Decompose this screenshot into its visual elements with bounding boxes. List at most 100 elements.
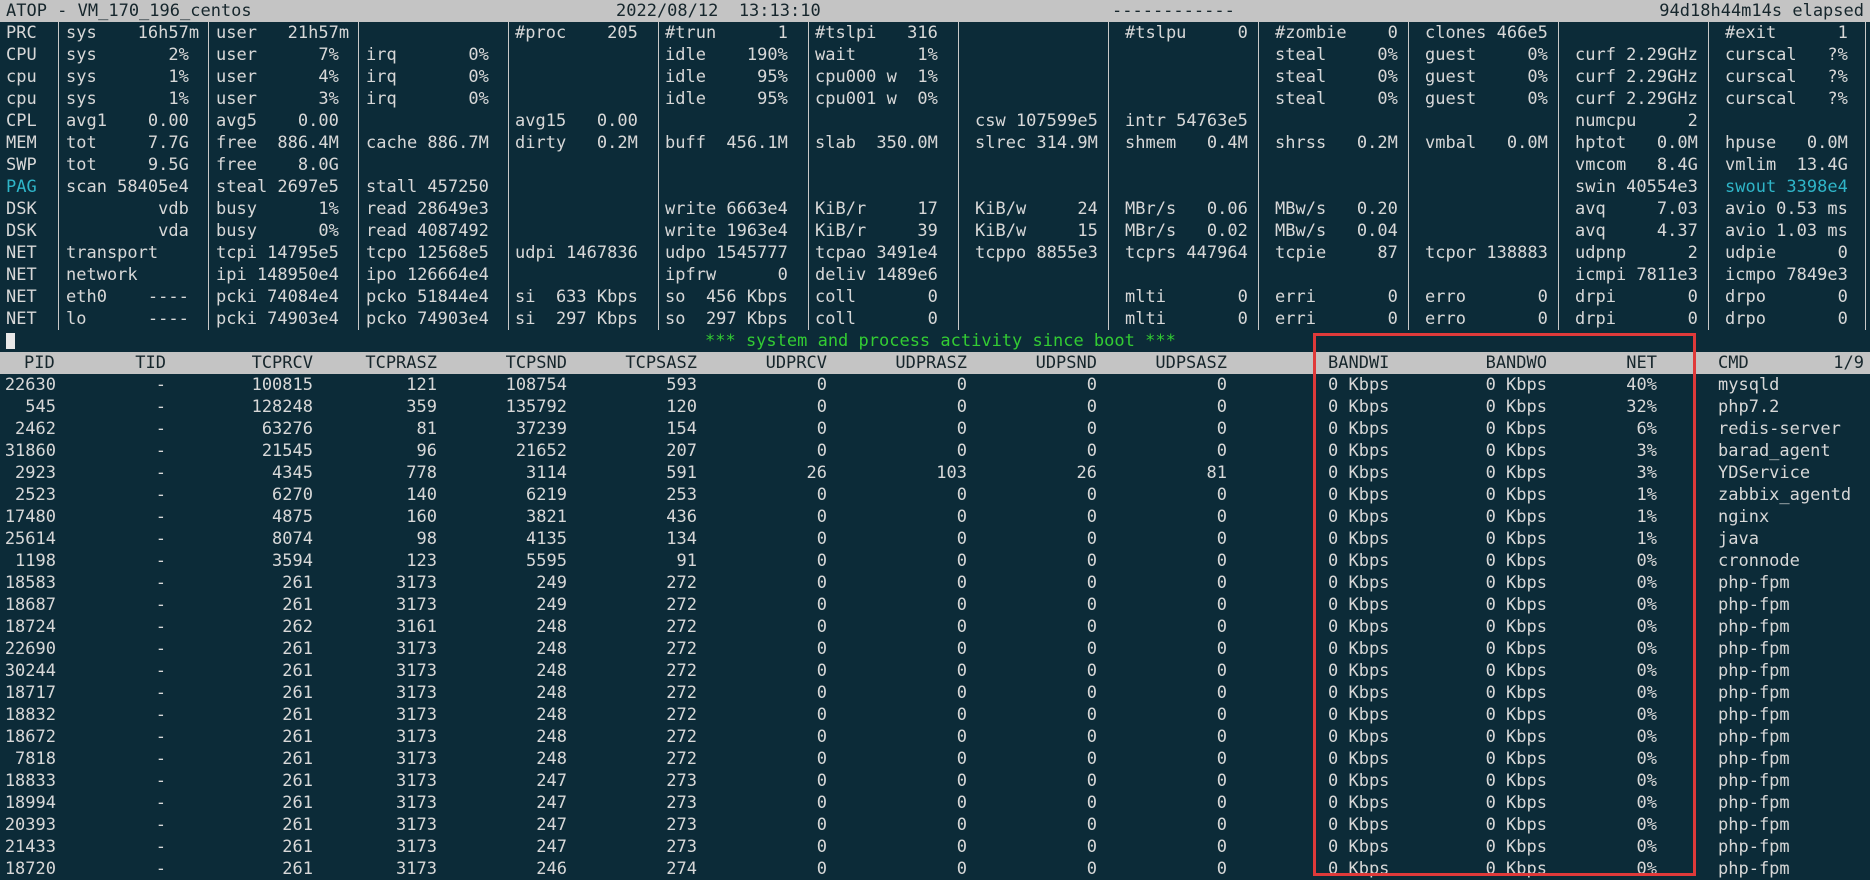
stat-cell: numcpu 2: [1575, 111, 1698, 131]
stat-label: DSK: [6, 221, 37, 241]
stat-cell: curf 2.29GHz: [1575, 67, 1698, 87]
stat-cell: cpu001 w 0%: [815, 89, 938, 109]
column-divider: [358, 22, 359, 44]
cell-pid: 545: [25, 397, 56, 417]
column-divider: [1708, 22, 1709, 44]
table-row[interactable]: 18720 - 261 3173 246 274 0 0 0 0 0 Kbps 0 Kbps 0% php…: [0, 858, 1870, 880]
column-header-tcprasz: TCPRASZ: [365, 353, 437, 373]
column-divider: [808, 242, 809, 264]
column-divider: [208, 22, 209, 44]
stat-cell: write 1963e4: [665, 221, 788, 241]
stat-cell: KiB/r 17: [815, 199, 938, 219]
column-header-udprcv: UDPRCV: [765, 353, 827, 373]
cell-tcpsnd: 248: [536, 705, 567, 725]
cell-tcprasz: 98: [416, 529, 437, 549]
cell-tcprcv: 261: [282, 661, 313, 681]
cell-net: 6%: [1636, 419, 1657, 439]
table-row[interactable]: 22690 - 261 3173 248 272 0 0 0 0 0 Kbps 0 Kbps 0% php…: [0, 638, 1870, 660]
cell-tcpsnd: 249: [536, 595, 567, 615]
cell-bandwo: 0 Kbps: [1485, 749, 1547, 769]
table-row[interactable]: 7818 - 261 3173 248 272 0 0 0 0 0 Kbps 0 Kbps 0% php-…: [0, 748, 1870, 770]
table-row[interactable]: 18724 - 262 3161 248 272 0 0 0 0 0 Kbps 0 Kbps 0% php…: [0, 616, 1870, 638]
table-row[interactable]: 18833 - 261 3173 247 273 0 0 0 0 0 Kbps 0 Kbps 0% php…: [0, 770, 1870, 792]
cell-bandwi: 0 Kbps: [1328, 727, 1390, 747]
cell-tcprcv: 4875: [272, 507, 313, 527]
stat-cell: irq 0%: [366, 45, 489, 65]
table-row[interactable]: 20393 - 261 3173 247 273 0 0 0 0 0 Kbps 0 Kbps 0% php…: [0, 814, 1870, 836]
cell-udpsasz: 0: [1216, 529, 1227, 549]
column-divider: [1558, 88, 1559, 110]
column-divider: [208, 220, 209, 242]
column-divider: [358, 220, 359, 242]
cell-tcprasz: 3173: [396, 661, 437, 681]
column-divider: [1258, 154, 1259, 176]
table-row[interactable]: 2523 - 6270 140 6219 253 0 0 0 0 0 Kbps 0 Kbps 1% zab…: [0, 484, 1870, 506]
cell-tid: -: [155, 793, 166, 813]
cell-tcpsasz: 273: [666, 815, 697, 835]
table-row[interactable]: 25614 - 8074 98 4135 134 0 0 0 0 0 Kbps 0 Kbps 1% jav…: [0, 528, 1870, 550]
stat-cell: swout 3398e4: [1725, 177, 1848, 197]
stat-cell: hpuse 0.0M: [1725, 133, 1848, 153]
table-row[interactable]: 2923 - 4345 778 3114 591 26 103 26 81 0 Kbps 0 Kbps…: [0, 462, 1870, 484]
column-divider: [208, 44, 209, 66]
column-header-udpsnd: UDPSND: [1035, 353, 1097, 373]
stat-cell: hptot 0.0M: [1575, 133, 1698, 153]
table-row[interactable]: 30244 - 261 3173 248 272 0 0 0 0 0 Kbps 0 Kbps 0% php…: [0, 660, 1870, 682]
stat-cell: avq 4.37: [1575, 221, 1698, 241]
table-row[interactable]: 1198 - 3594 123 5595 91 0 0 0 0 0 Kbps 0 Kbps 0% cron…: [0, 550, 1870, 572]
cell-pid: 2523: [15, 485, 56, 505]
table-row[interactable]: 545 - 128248 359 135792 120 0 0 0 0 0 Kbps 0 Kbps 32…: [0, 396, 1870, 418]
cell-tcprcv: 261: [282, 595, 313, 615]
cell-cmd: php-fpm: [1718, 661, 1790, 681]
cell-tcpsnd: 248: [536, 661, 567, 681]
cell-net: 0%: [1636, 683, 1657, 703]
table-row[interactable]: 2462 - 63276 81 37239 154 0 0 0 0 0 Kbps 0 Kbps 6% re…: [0, 418, 1870, 440]
cell-tcpsnd: 247: [536, 771, 567, 791]
table-row[interactable]: 18687 - 261 3173 249 272 0 0 0 0 0 Kbps 0 Kbps 0% php…: [0, 594, 1870, 616]
column-divider: [1258, 286, 1259, 308]
cell-udpsasz: 0: [1216, 815, 1227, 835]
stat-label: cpu: [6, 67, 37, 87]
column-divider: [1108, 132, 1109, 154]
cell-net: 3%: [1636, 463, 1657, 483]
column-divider: [1708, 44, 1709, 66]
stat-cell: read 28649e3: [366, 199, 489, 219]
column-divider: [508, 22, 509, 44]
stat-cell: tcpao 3491e4: [815, 243, 938, 263]
cell-pid: 18720: [4, 859, 56, 879]
column-divider: [1108, 286, 1109, 308]
column-divider: [58, 308, 59, 330]
table-row[interactable]: 21433 - 261 3173 247 273 0 0 0 0 0 Kbps 0 Kbps 0% php…: [0, 836, 1870, 858]
cell-bandwi: 0 Kbps: [1328, 551, 1390, 571]
stat-row-pag: PAG scan 58405e4 steal 2697e5 stall 457250 s…: [0, 176, 1870, 198]
table-row[interactable]: 18672 - 261 3173 248 272 0 0 0 0 0 Kbps 0 Kbps 0% php…: [0, 726, 1870, 748]
table-row[interactable]: 17480 - 4875 160 3821 436 0 0 0 0 0 Kbps 0 Kbps 1% ng…: [0, 506, 1870, 528]
column-divider: [958, 154, 959, 176]
column-divider: [1108, 264, 1109, 286]
stat-cell: tot 9.5G: [66, 155, 189, 175]
cell-tcprasz: 96: [416, 441, 437, 461]
cell-udprasz: 0: [956, 859, 967, 879]
stat-cell: MBr/s 0.02: [1125, 221, 1248, 241]
table-row[interactable]: 18832 - 261 3173 248 272 0 0 0 0 0 Kbps 0 Kbps 0% php…: [0, 704, 1870, 726]
cell-cmd: php-fpm: [1718, 727, 1790, 747]
column-divider: [1708, 88, 1709, 110]
cell-bandwo: 0 Kbps: [1485, 727, 1547, 747]
cell-net: 0%: [1636, 837, 1657, 857]
table-row[interactable]: 18994 - 261 3173 247 273 0 0 0 0 0 Kbps 0 Kbps 0% php…: [0, 792, 1870, 814]
cell-udpsasz: 0: [1216, 419, 1227, 439]
stat-cell: guest 0%: [1425, 45, 1548, 65]
column-divider: [1258, 264, 1259, 286]
cell-tid: -: [155, 815, 166, 835]
cell-net: 0%: [1636, 727, 1657, 747]
stat-cell: steal 0%: [1275, 45, 1398, 65]
stat-cell: mlti 0: [1125, 309, 1248, 329]
table-row[interactable]: 18583 - 261 3173 249 272 0 0 0 0 0 Kbps 0 Kbps 0% php…: [0, 572, 1870, 594]
table-row[interactable]: 18717 - 261 3173 248 272 0 0 0 0 0 Kbps 0 Kbps 0% php…: [0, 682, 1870, 704]
table-row[interactable]: 31860 - 21545 96 21652 207 0 0 0 0 0 Kbps 0 Kbps 3% b…: [0, 440, 1870, 462]
stat-label: DSK: [6, 199, 37, 219]
table-row[interactable]: 22630 - 100815 121 108754 593 0 0 0 0 0 Kbps 0 Kbps…: [0, 374, 1870, 396]
column-divider: [1708, 308, 1709, 330]
column-divider: [508, 286, 509, 308]
stat-cell: intr 54763e5: [1125, 111, 1248, 131]
